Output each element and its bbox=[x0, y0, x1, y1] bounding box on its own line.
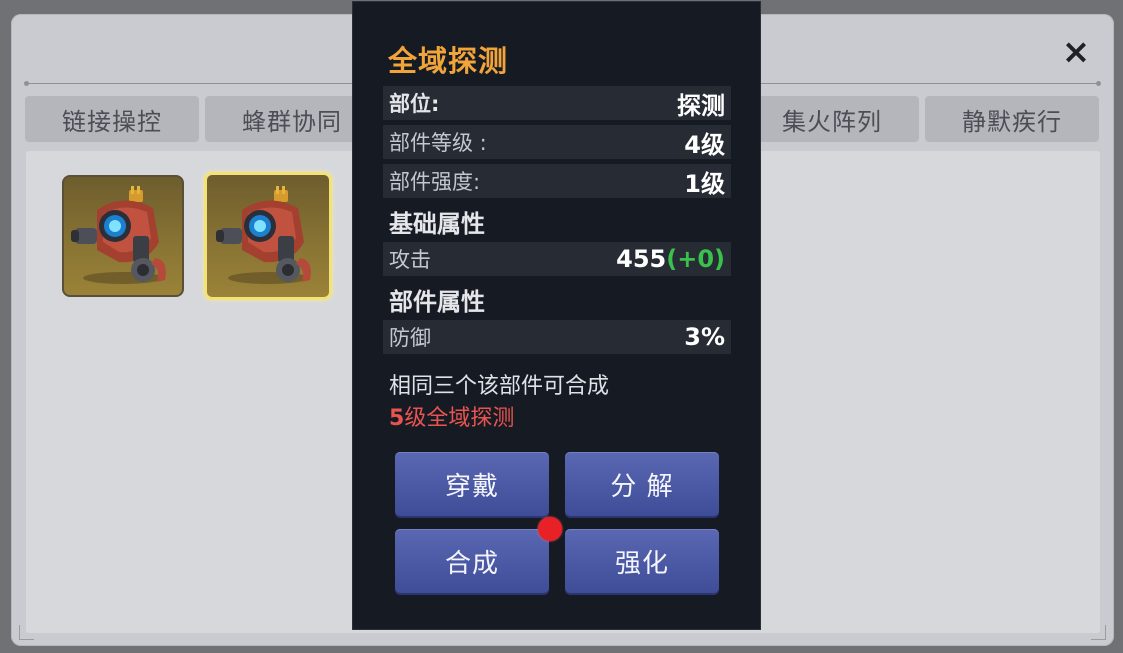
drone-part-icon bbox=[71, 186, 166, 284]
attack-row: 攻击 455(+0) bbox=[383, 242, 731, 276]
merge-result-level: 5 bbox=[389, 406, 405, 431]
part-level-label: 部件等级 : bbox=[389, 131, 487, 155]
part-detail-panel: 全域探测 部位: 探测 部件等级 : 4级 部件强度: 1级 基础属性 攻击 4… bbox=[352, 1, 761, 630]
decompose-button[interactable]: 分 解 bbox=[565, 452, 719, 516]
notification-dot bbox=[538, 517, 562, 541]
part-strength-row: 部件强度: 1级 bbox=[383, 164, 731, 198]
enhance-button[interactable]: 强化 bbox=[565, 529, 719, 593]
tab-focus-fire[interactable]: 集火阵列 bbox=[745, 96, 919, 142]
attack-value: 455 bbox=[616, 245, 667, 273]
close-button[interactable]: × bbox=[1056, 32, 1096, 72]
part-slot-value: 探测 bbox=[677, 91, 725, 120]
equip-button[interactable]: 穿戴 bbox=[395, 452, 549, 516]
base-attributes-heading: 基础属性 bbox=[389, 210, 485, 238]
part-strength-label: 部件强度: bbox=[389, 170, 481, 194]
drone-part-icon bbox=[216, 186, 311, 284]
merge-result-text: 级全域探测 bbox=[404, 406, 515, 431]
defense-label: 防御 bbox=[389, 326, 431, 350]
part-title: 全域探测 bbox=[388, 44, 509, 78]
defense-row: 防御 3% bbox=[383, 320, 731, 354]
attack-value-wrap: 455(+0) bbox=[616, 245, 725, 273]
part-level-value: 4级 bbox=[684, 130, 725, 159]
close-icon: × bbox=[1061, 32, 1091, 72]
part-attributes-heading: 部件属性 bbox=[389, 288, 485, 316]
inventory-slot-selected[interactable] bbox=[204, 172, 332, 300]
merge-note: 相同三个该部件可合成 bbox=[389, 374, 610, 399]
part-slot-row: 部位: 探测 bbox=[383, 86, 731, 120]
corner-decoration bbox=[19, 625, 34, 640]
defense-value: 3% bbox=[684, 323, 725, 351]
part-slot-label: 部位: bbox=[389, 92, 440, 116]
part-level-row: 部件等级 : 4级 bbox=[383, 125, 731, 159]
inventory-slot[interactable] bbox=[62, 175, 184, 297]
corner-decoration bbox=[1091, 625, 1106, 640]
attack-bonus: (+0) bbox=[666, 245, 725, 273]
attack-label: 攻击 bbox=[389, 248, 431, 272]
merge-result: 5级全域探测 bbox=[389, 400, 514, 432]
tab-silent-sprint[interactable]: 静默疾行 bbox=[925, 96, 1099, 142]
merge-button[interactable]: 合成 bbox=[395, 529, 549, 593]
part-strength-value: 1级 bbox=[684, 169, 725, 198]
tab-link-control[interactable]: 链接操控 bbox=[25, 96, 199, 142]
